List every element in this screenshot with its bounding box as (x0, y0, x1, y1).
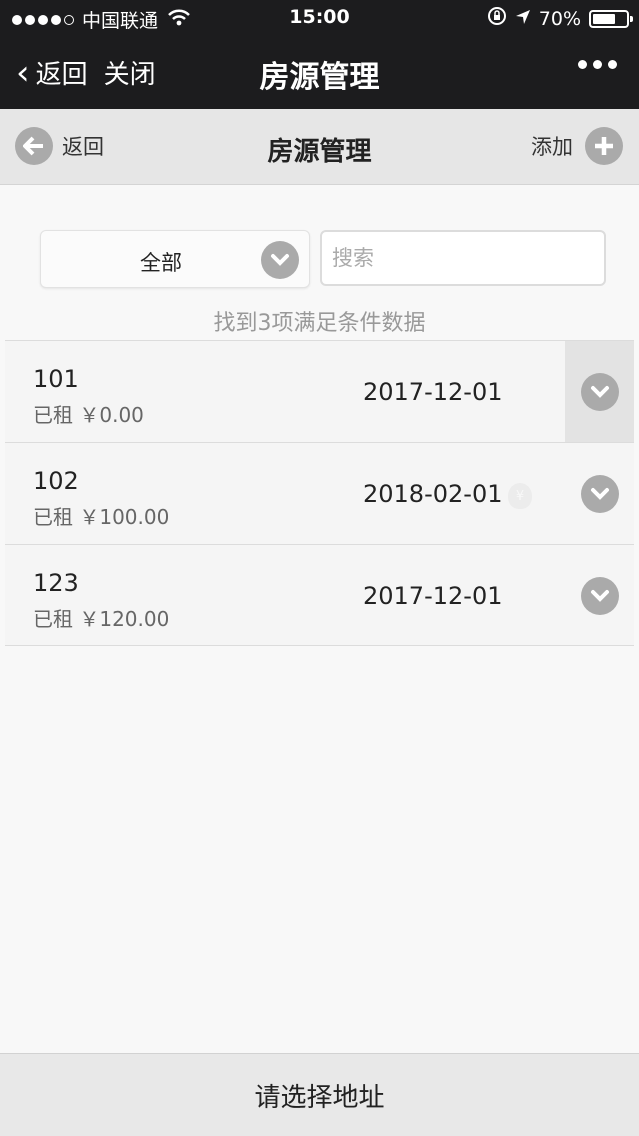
room-status: 已租 ￥0.00 (33, 403, 144, 427)
filter-selected-value[interactable]: 全部 (41, 247, 281, 277)
room-status: 已租 ￥100.00 (33, 505, 170, 529)
list-item[interactable]: 123 已租 ￥120.00 2017-12-01 (5, 544, 634, 646)
search-input[interactable] (320, 230, 606, 286)
add-label[interactable]: 添加 (531, 131, 573, 161)
room-status: 已租 ￥120.00 (33, 607, 170, 631)
expand-button[interactable] (565, 545, 634, 646)
battery-percent: 70% (538, 7, 581, 30)
status-bar: 中国联通 15:00 70% (0, 0, 639, 34)
result-count: 找到3项满足条件数据 (213, 311, 426, 336)
room-number: 123 (33, 569, 79, 597)
wechat-nav-title: 房源管理 (259, 60, 380, 95)
chevron-down-circle-icon[interactable] (580, 474, 619, 513)
more-dots-icon[interactable] (578, 60, 617, 69)
location-arrow-icon (515, 8, 531, 30)
chevron-down-circle-icon[interactable] (580, 576, 619, 615)
chevron-down-circle-icon[interactable] (261, 241, 299, 279)
room-number: 101 (33, 365, 79, 393)
plus-circle-icon[interactable] (585, 127, 623, 165)
list-item[interactable]: 102 已租 ￥100.00 2018-02-01 ¥ (5, 442, 634, 544)
room-date: 2018-02-01 (363, 480, 503, 508)
status-filter-select[interactable]: 全部 (40, 230, 310, 288)
page-header: 返回 房源管理 添加 (0, 109, 639, 185)
room-number: 102 (33, 467, 79, 495)
add-button[interactable]: 添加 (531, 127, 623, 165)
room-list: 101 已租 ￥0.00 2017-12-01 102 已租 ￥100.00 2… (5, 340, 634, 646)
room-date: 2017-12-01 (363, 582, 503, 610)
list-item[interactable]: 101 已租 ￥0.00 2017-12-01 (5, 340, 634, 442)
select-address-button[interactable]: 请选择地址 (0, 1053, 639, 1136)
expand-button[interactable] (565, 341, 634, 442)
expand-button[interactable] (565, 443, 634, 544)
rotation-lock-icon (487, 6, 507, 31)
room-date: 2017-12-01 (363, 378, 503, 406)
chevron-down-circle-icon[interactable] (580, 372, 619, 411)
money-bag-icon: ¥ (508, 483, 532, 509)
wechat-nav-bar: ‹ 返回 关闭 房源管理 (0, 34, 639, 109)
status-right: 70% (487, 6, 633, 31)
battery-icon (589, 9, 633, 28)
